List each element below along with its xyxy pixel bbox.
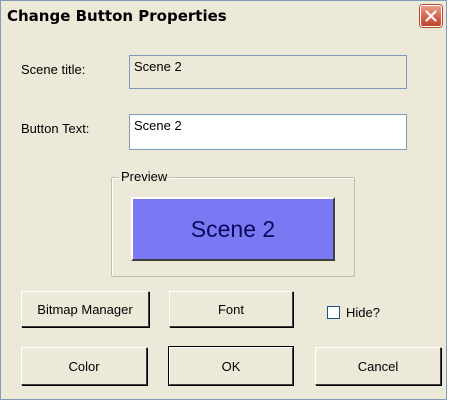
- bitmap-manager-button[interactable]: Bitmap Manager: [21, 291, 149, 327]
- button-text-label: Button Text:: [21, 121, 90, 136]
- hide-checkbox[interactable]: [327, 306, 340, 319]
- close-button[interactable]: [420, 5, 442, 27]
- preview-button: Scene 2: [131, 197, 335, 261]
- close-icon: [425, 10, 437, 22]
- font-button[interactable]: Font: [169, 291, 293, 327]
- color-button[interactable]: Color: [21, 347, 147, 385]
- hide-checkbox-label: Hide?: [346, 305, 380, 320]
- button-text-input[interactable]: Scene 2: [129, 114, 407, 150]
- scene-title-label: Scene title:: [21, 62, 86, 77]
- scene-title-field: Scene 2: [129, 55, 407, 89]
- dialog-title: Change Button Properties: [7, 7, 227, 25]
- preview-group-label: Preview: [119, 169, 170, 184]
- cancel-button[interactable]: Cancel: [315, 347, 441, 385]
- change-button-properties-dialog: Change Button Properties Scene title: Sc…: [0, 0, 447, 400]
- ok-button[interactable]: OK: [168, 346, 294, 386]
- title-bar[interactable]: Change Button Properties: [1, 1, 446, 31]
- hide-checkbox-row[interactable]: Hide?: [327, 305, 380, 320]
